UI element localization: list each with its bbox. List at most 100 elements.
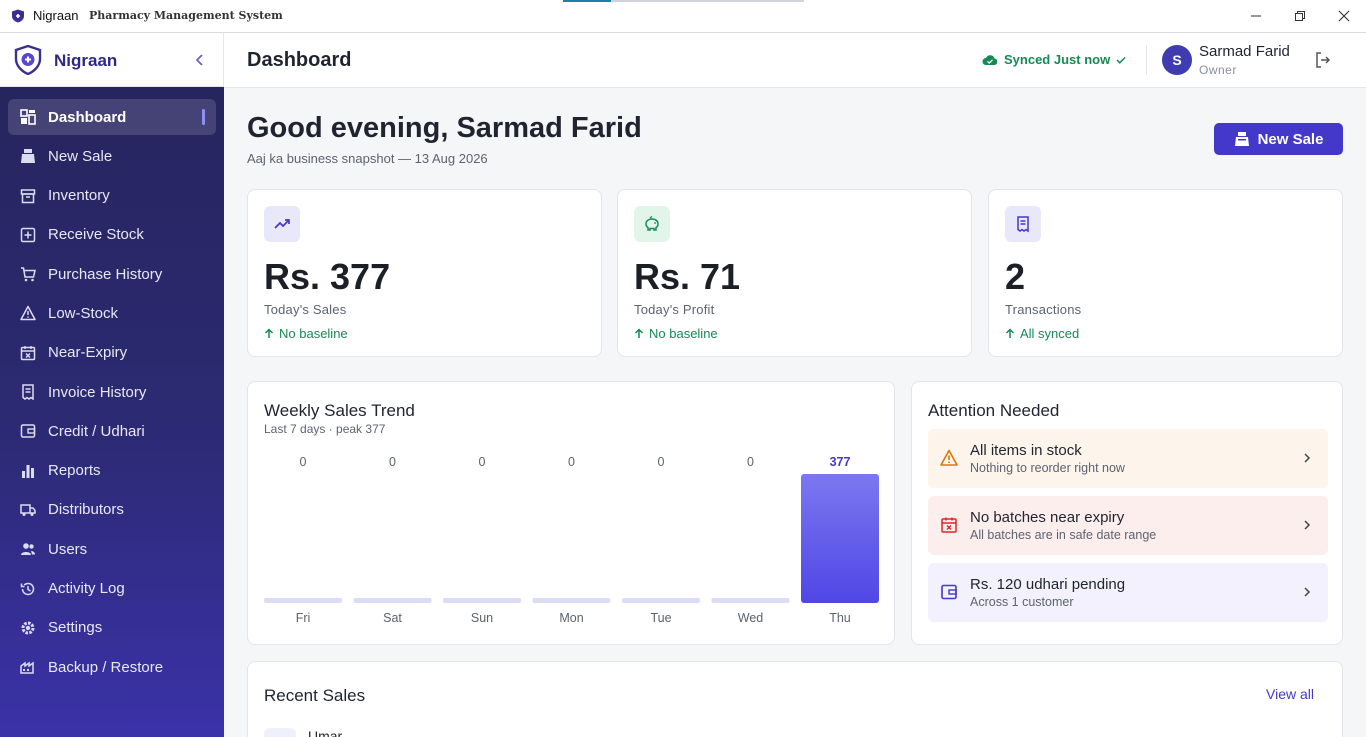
- sidebar-item-new-sale[interactable]: New Sale: [8, 138, 216, 174]
- brand-name: Nigraan: [54, 51, 118, 70]
- sidebar-item-users[interactable]: Users: [8, 531, 216, 567]
- calendar-x-icon: [20, 345, 36, 361]
- sidebar-item-reports[interactable]: Reports: [8, 453, 216, 489]
- attention-card: Attention Needed All items in stock Noth…: [911, 381, 1343, 645]
- app-shield-icon: [12, 9, 24, 23]
- weekly-sales-chart: 0 Fri 0 Sat 0 Sun 0 Mon 0 Tue 0 Wed 377 Thu: [264, 455, 879, 625]
- check-icon: [1116, 56, 1126, 64]
- archive-icon: [20, 188, 36, 203]
- stat-icon-box: [264, 206, 300, 242]
- attention-item-subtitle: Across 1 customer: [970, 595, 1074, 609]
- sidebar-item-label: Settings: [48, 619, 103, 637]
- sidebar-item-distributors[interactable]: Distributors: [8, 492, 216, 528]
- piggy-bank-icon: [645, 215, 659, 231]
- sidebar-nav: Dashboard New Sale Inventory Receive Sto…: [8, 99, 216, 688]
- greeting-heading: Good evening, Sarmad Farid: [247, 112, 642, 144]
- stat-icon-box: [634, 206, 670, 242]
- stat-card-transactions: 2 Transactions All synced: [988, 189, 1343, 357]
- arrow-up-icon: [1005, 328, 1015, 338]
- sidebar-item-receive-stock[interactable]: Receive Stock: [8, 217, 216, 253]
- chart-category-label: Thu: [829, 611, 851, 625]
- sidebar-item-backup-restore[interactable]: Backup / Restore: [8, 649, 216, 685]
- sidebar-item-purchase-history[interactable]: Purchase History: [8, 256, 216, 292]
- wallet-icon: [20, 424, 36, 439]
- dashboard-icon: [20, 109, 36, 125]
- restore-icon: [1295, 11, 1305, 21]
- sidebar-item-label: Receive Stock: [48, 226, 144, 244]
- sidebar-item-label: Near-Expiry: [48, 344, 128, 362]
- chart-category-label: Fri: [296, 611, 311, 625]
- sidebar-item-label: Purchase History: [48, 265, 163, 283]
- stat-label: Today's Profit: [634, 302, 715, 317]
- header-divider: [1146, 45, 1147, 75]
- page-title: Dashboard: [247, 49, 352, 71]
- sidebar-item-label: Dashboard: [48, 108, 127, 126]
- sidebar-item-settings[interactable]: Settings: [8, 610, 216, 646]
- receipt-icon: [1017, 216, 1029, 233]
- register-icon: [1234, 132, 1249, 146]
- maximize-button[interactable]: [1278, 0, 1322, 32]
- sidebar-item-label: Activity Log: [48, 580, 125, 598]
- close-icon: [1338, 10, 1350, 22]
- sidebar-item-near-expiry[interactable]: Near-Expiry: [8, 335, 216, 371]
- chart-category-label: Tue: [650, 611, 671, 625]
- chart-data-label: 0: [658, 455, 665, 469]
- gear-icon: [21, 621, 35, 635]
- collapse-sidebar-icon[interactable]: [192, 52, 208, 68]
- stat-trend: No baseline: [634, 326, 718, 341]
- sidebar-item-activity-log[interactable]: Activity Log: [8, 571, 216, 607]
- cart-icon: [21, 267, 36, 282]
- recent-sale-customer: Umar: [308, 728, 343, 737]
- sidebar-item-label: Inventory: [48, 187, 110, 205]
- user-name: Sarmad Farid: [1199, 43, 1290, 60]
- attention-item-expiry[interactable]: No batches near expiry All batches are i…: [928, 496, 1328, 555]
- sidebar-item-inventory[interactable]: Inventory: [8, 178, 216, 214]
- chevron-right-icon: [1304, 520, 1311, 530]
- stat-value: 2: [1005, 256, 1026, 297]
- receipt-icon: [22, 384, 34, 401]
- wallet-icon: [941, 584, 957, 600]
- stat-card-todays-profit: Rs. 71 Today's Profit No baseline: [617, 189, 972, 357]
- sidebar: Nigraan Dashboard New Sale Inventory Rec…: [0, 33, 224, 737]
- chart-data-label: 0: [479, 455, 486, 469]
- sync-status: Synced Just now: [982, 52, 1133, 67]
- view-all-link[interactable]: View all: [1266, 686, 1314, 702]
- logout-icon[interactable]: [1314, 51, 1332, 69]
- chart-data-label: 0: [300, 455, 307, 469]
- stat-trend: All synced: [1005, 326, 1079, 341]
- minimize-button[interactable]: [1234, 0, 1278, 32]
- chart-bar-thu: [801, 474, 879, 603]
- sidebar-item-label: Backup / Restore: [48, 658, 164, 676]
- users-icon: [21, 543, 35, 556]
- arrow-up-icon: [634, 328, 644, 338]
- weekly-sales-card: Weekly Sales Trend Last 7 days · peak 37…: [247, 381, 895, 645]
- chevron-right-icon: [1304, 453, 1311, 463]
- close-button[interactable]: [1322, 0, 1366, 32]
- attention-item-stock[interactable]: All items in stock Nothing to reorder ri…: [928, 429, 1328, 488]
- sidebar-item-invoice-history[interactable]: Invoice History: [8, 374, 216, 410]
- sidebar-item-dashboard[interactable]: Dashboard: [8, 99, 216, 135]
- new-sale-button[interactable]: New Sale: [1214, 123, 1343, 155]
- bar-chart-icon: [22, 464, 34, 478]
- sidebar-item-low-stock[interactable]: Low-Stock: [8, 295, 216, 331]
- chart-category-label: Sat: [383, 611, 402, 625]
- stat-value: Rs. 377: [264, 256, 391, 297]
- sidebar-item-label: Reports: [48, 462, 101, 480]
- chart-data-label: 0: [747, 455, 754, 469]
- warning-icon: [20, 306, 36, 321]
- sidebar-item-credit-udhari[interactable]: Credit / Udhari: [8, 413, 216, 449]
- chart-bar-tue: [622, 598, 700, 603]
- chart-category-label: Mon: [559, 611, 583, 625]
- minimize-icon: [1251, 15, 1261, 17]
- avatar[interactable]: S: [1162, 45, 1192, 75]
- backup-icon: [20, 661, 34, 674]
- nigraan-logo-icon: [14, 45, 42, 75]
- stat-label: Transactions: [1005, 302, 1082, 317]
- new-sale-label: New Sale: [1257, 130, 1324, 148]
- attention-item-udhari[interactable]: Rs. 120 udhari pending Across 1 customer: [928, 563, 1328, 622]
- titlebar-tab-strip: [563, 0, 804, 2]
- chart-bar-mon: [532, 598, 611, 603]
- stat-trend-text: No baseline: [279, 326, 348, 341]
- trending-up-icon: [274, 219, 290, 229]
- recent-sale-avatar: [264, 728, 296, 737]
